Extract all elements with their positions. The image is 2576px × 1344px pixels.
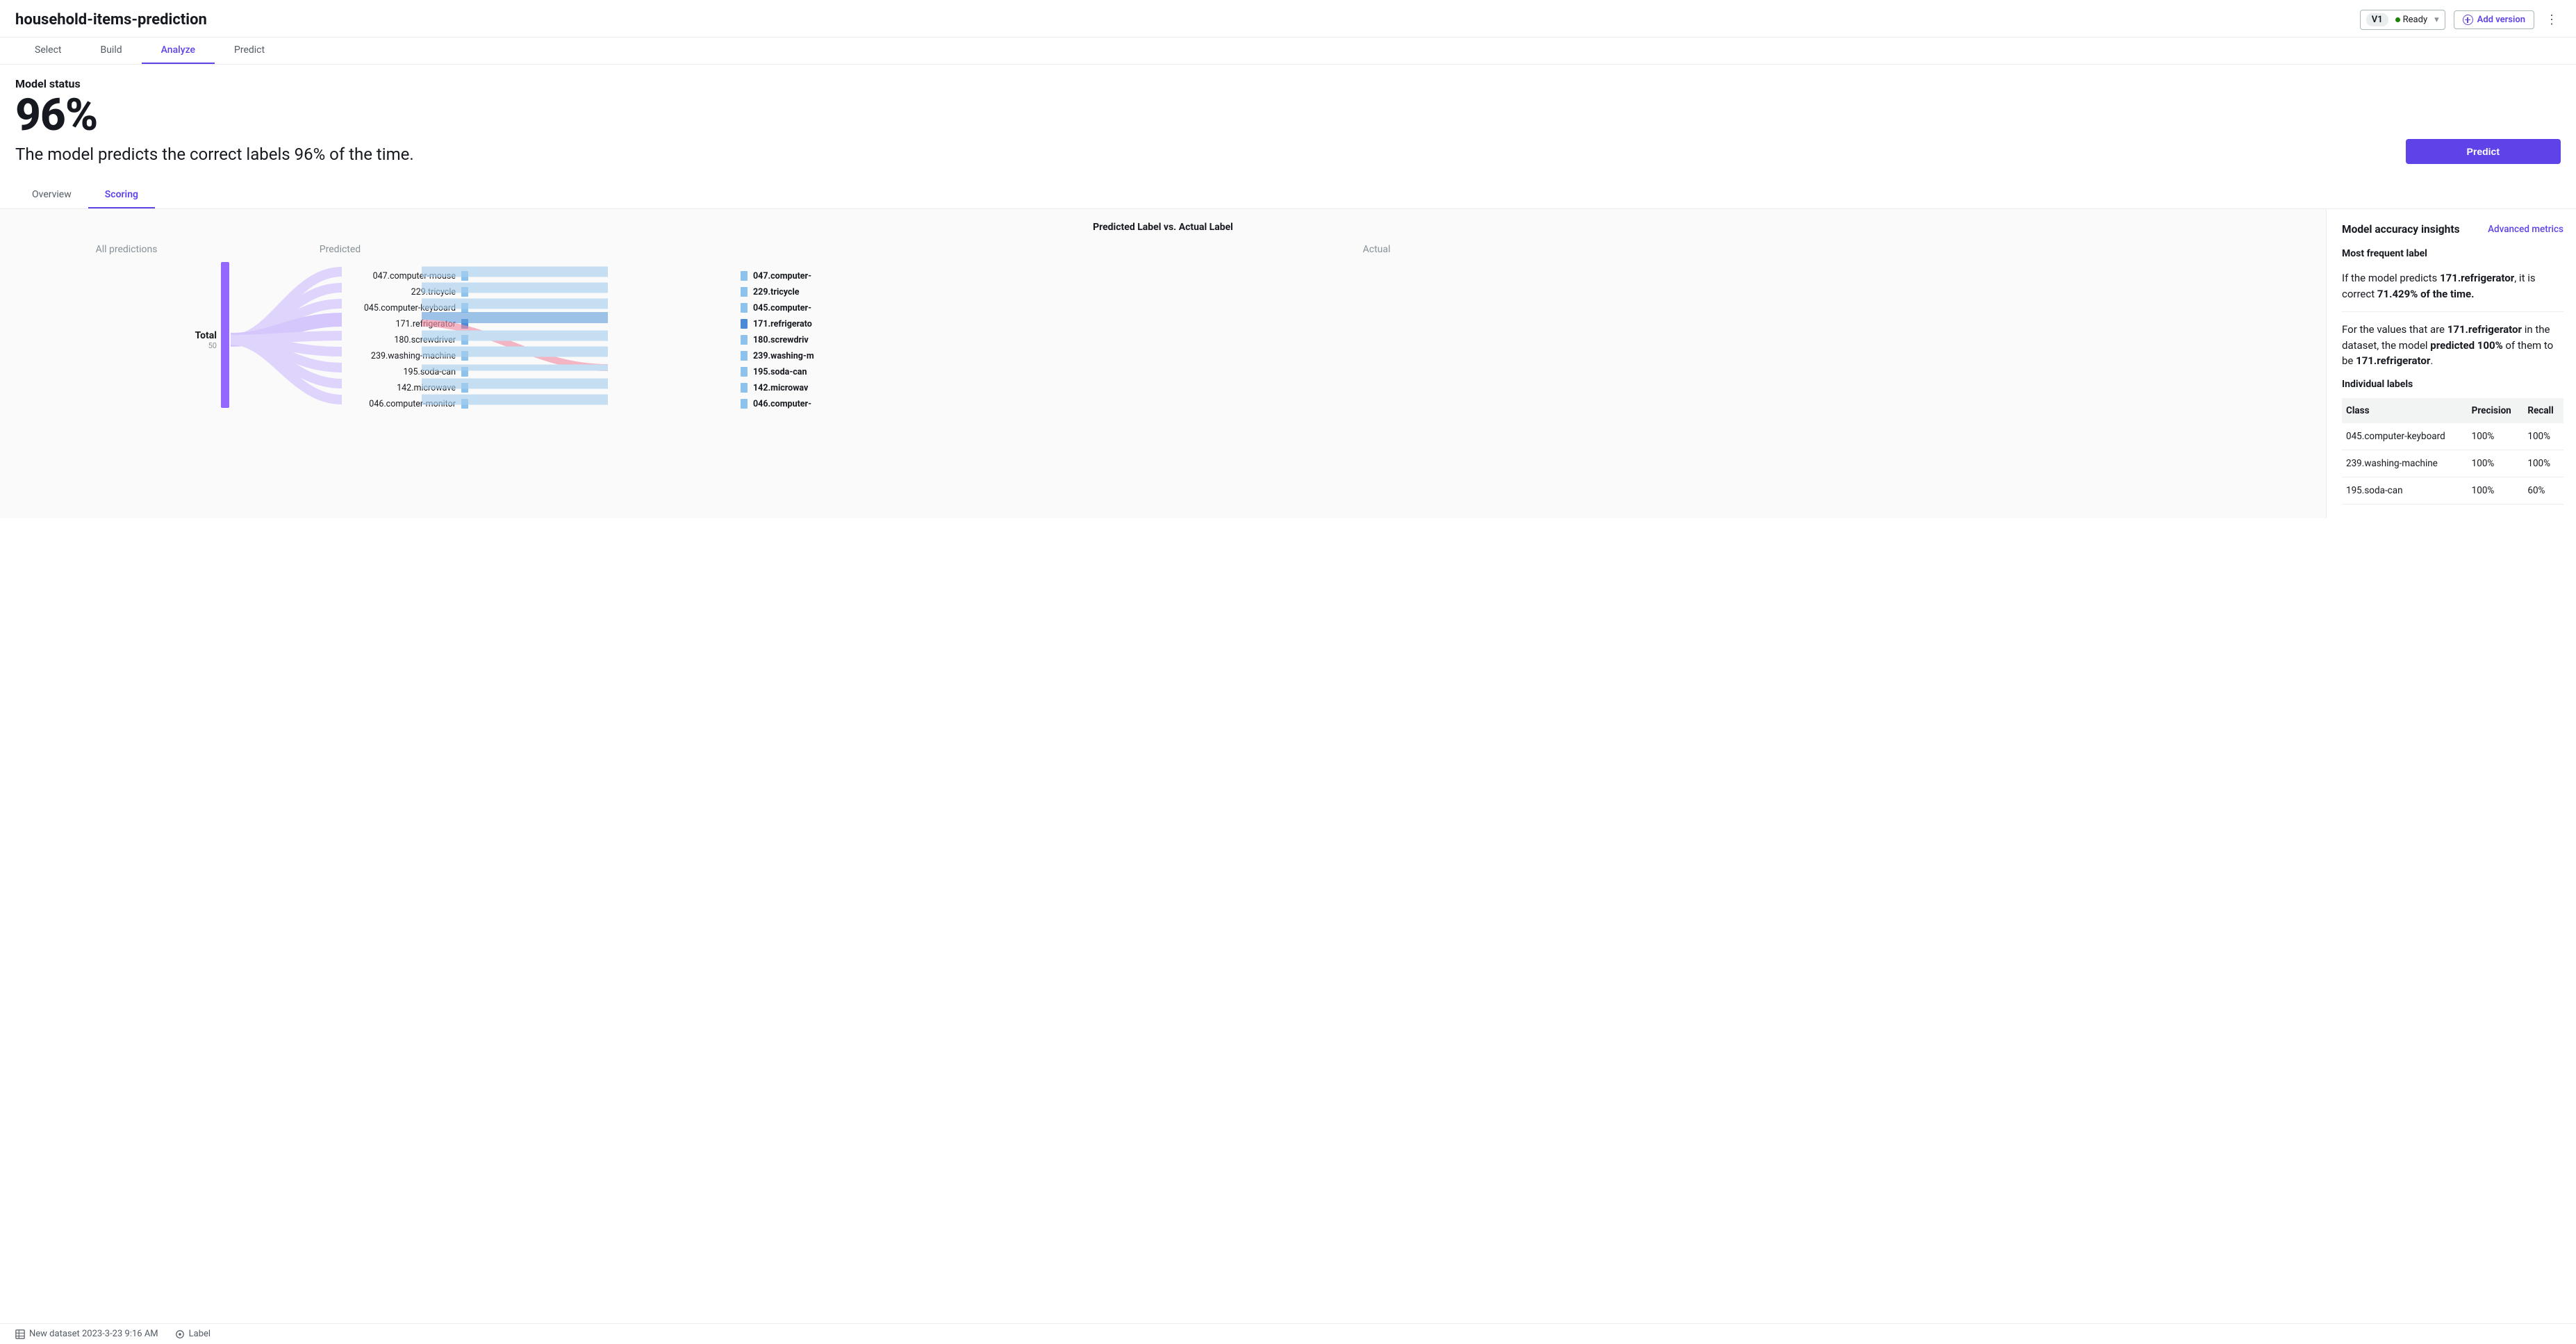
tab-select[interactable]: Select (15, 38, 81, 64)
target-icon (175, 1329, 185, 1339)
fanout-bands-icon (231, 263, 349, 416)
individual-labels-title: Individual labels (2342, 379, 2563, 390)
actual-node-icon (741, 399, 748, 409)
actual-row[interactable]: 045.computer- (739, 300, 2311, 316)
actual-label: 180.screwdriv (753, 335, 809, 345)
version-selector[interactable]: V1 Ready ▾ (2360, 10, 2445, 30)
total-label: Total (15, 330, 217, 341)
insight-paragraph-2: For the values that are 171.refrigerator… (2342, 322, 2563, 369)
actual-label: 045.computer- (753, 303, 811, 313)
table-row[interactable]: 239.washing-machine100%100% (2342, 450, 2563, 477)
footer-bar: New dataset 2023-3-23 9:16 AM Label (0, 1323, 2576, 1344)
actual-label: 171.refrigerato (753, 319, 812, 329)
more-menu-button[interactable]: ⋮ (2543, 13, 2561, 27)
actual-node-icon (741, 303, 748, 313)
insights-panel: Model accuracy insights Advanced metrics… (2326, 209, 2576, 518)
actual-row[interactable]: 180.screwdriv (739, 332, 2311, 348)
cell-recall: 60% (2523, 477, 2563, 504)
tab-analyze[interactable]: Analyze (142, 38, 215, 64)
cell-precision: 100% (2468, 423, 2524, 450)
insight-paragraph-1: If the model predicts 171.refrigerator, … (2342, 270, 2563, 302)
ready-status: Ready (2403, 15, 2427, 25)
model-status-section: Model status 96% The model predicts the … (0, 65, 2576, 182)
advanced-metrics-link[interactable]: Advanced metrics (2488, 224, 2563, 235)
dataset-footer-label: New dataset 2023-3-23 9:16 AM (29, 1329, 158, 1339)
actual-row[interactable]: 239.washing-m (739, 348, 2311, 364)
header-bar: household-items-prediction V1 Ready ▾ Ad… (0, 0, 2576, 38)
actual-node-icon (741, 367, 748, 377)
tab-build[interactable]: Build (81, 38, 141, 64)
actual-node-icon (741, 383, 748, 393)
col-head-actual: Actual (443, 244, 2311, 255)
actual-node-icon (741, 319, 748, 329)
actual-label: 239.washing-m (753, 351, 814, 361)
actual-node-icon (741, 271, 748, 281)
total-count: 50 (15, 341, 217, 350)
actual-row[interactable]: 046.computer- (739, 396, 2311, 412)
divider (2342, 311, 2563, 312)
actual-row[interactable]: 142.microwav (739, 380, 2311, 396)
add-version-button[interactable]: Add version (2454, 10, 2534, 29)
label-footer-label: Label (189, 1329, 210, 1339)
th-class[interactable]: Class (2342, 398, 2468, 423)
dataset-footer-item[interactable]: New dataset 2023-3-23 9:16 AM (15, 1329, 158, 1339)
analysis-subtabs: Overview Scoring (0, 182, 2576, 209)
th-recall[interactable]: Recall (2523, 398, 2563, 423)
actual-node-icon (741, 351, 748, 361)
table-row[interactable]: 195.soda-can100%60% (2342, 477, 2563, 504)
version-badge: V1 (2366, 13, 2388, 26)
chevron-down-icon: ▾ (2434, 15, 2439, 25)
subtab-scoring[interactable]: Scoring (88, 182, 155, 208)
col-head-predicted: Predicted (238, 244, 443, 255)
actual-row[interactable]: 171.refrigerato (739, 316, 2311, 332)
actual-row[interactable]: 229.tricycle (739, 284, 2311, 300)
cell-precision: 100% (2468, 477, 2524, 504)
accuracy-value: 96% (15, 93, 414, 138)
cell-recall: 100% (2523, 423, 2563, 450)
flow-bands-icon (422, 263, 616, 416)
actual-label: 195.soda-can (753, 367, 807, 377)
chart-title: Predicted Label vs. Actual Label (15, 222, 2311, 233)
status-dot-icon (2395, 17, 2400, 22)
insights-heading: Model accuracy insights (2342, 223, 2460, 236)
cell-class: 195.soda-can (2342, 477, 2468, 504)
sankey-diagram[interactable]: Total 50 047.computer-m (15, 263, 2311, 416)
subtab-overview[interactable]: Overview (15, 182, 88, 208)
actual-row[interactable]: 195.soda-can (739, 364, 2311, 380)
label-footer-item[interactable]: Label (175, 1329, 210, 1339)
total-node-icon (221, 262, 229, 408)
main-tabs: Select Build Analyze Predict (0, 38, 2576, 65)
actual-node-icon (741, 287, 748, 297)
header-actions: V1 Ready ▾ Add version ⋮ (2360, 10, 2561, 30)
actual-column: 047.computer- 229.tricycle 045.computer- 17… (739, 268, 2311, 412)
col-head-all: All predictions (15, 244, 238, 255)
plus-circle-icon (2463, 15, 2473, 25)
sankey-chart-panel: Predicted Label vs. Actual Label All pre… (0, 209, 2326, 518)
chart-column-headers: All predictions Predicted Actual (15, 244, 2311, 255)
most-frequent-title: Most frequent label (2342, 248, 2563, 259)
tab-predict[interactable]: Predict (215, 38, 284, 64)
cell-recall: 100% (2523, 450, 2563, 477)
actual-label: 142.microwav (753, 383, 808, 393)
actual-label: 047.computer- (753, 271, 811, 281)
cell-class: 045.computer-keyboard (2342, 423, 2468, 450)
page-title: household-items-prediction (15, 11, 207, 28)
actual-row[interactable]: 047.computer- (739, 268, 2311, 284)
th-precision[interactable]: Precision (2468, 398, 2524, 423)
cell-class: 239.washing-machine (2342, 450, 2468, 477)
actual-node-icon (741, 335, 748, 345)
actual-label: 229.tricycle (753, 287, 800, 297)
content-body: Predicted Label vs. Actual Label All pre… (0, 209, 2576, 518)
predict-button[interactable]: Predict (2406, 139, 2561, 164)
cell-precision: 100% (2468, 450, 2524, 477)
labels-table: Class Precision Recall 045.computer-keyb… (2342, 398, 2563, 505)
grid-icon (15, 1329, 25, 1339)
actual-label: 046.computer- (753, 399, 811, 409)
accuracy-subtitle: The model predicts the correct labels 96… (15, 145, 414, 164)
table-row[interactable]: 045.computer-keyboard100%100% (2342, 423, 2563, 450)
